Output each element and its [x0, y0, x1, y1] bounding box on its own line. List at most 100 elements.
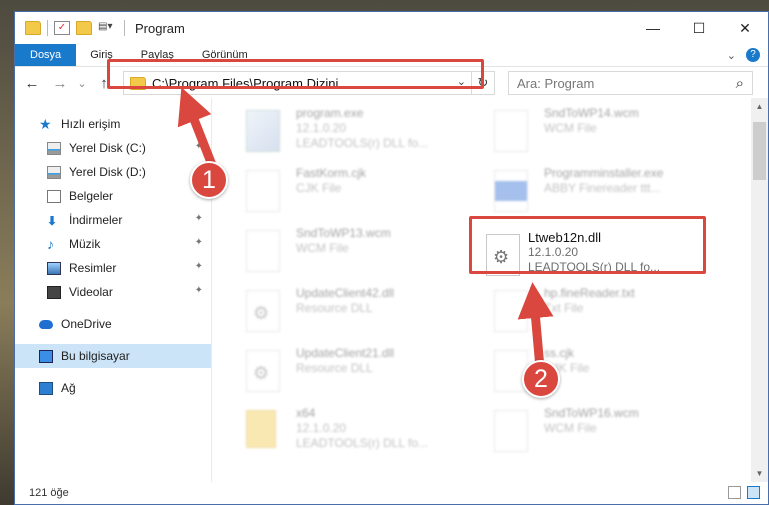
vertical-scrollbar[interactable]: ▲ ▼ — [751, 98, 768, 482]
file-detail: Resource DLL — [296, 361, 373, 375]
list-item[interactable]: ss.cjk CJK File — [482, 344, 722, 396]
explorer-window: ✓ ▤▾ Program — ☐ ✕ Dosya Giriş Paylaş Gö… — [14, 11, 769, 505]
document-file-icon — [246, 230, 280, 272]
pictures-icon — [47, 261, 61, 275]
list-item[interactable]: ⚙ UpdateClient42.dll Resource DLL — [234, 284, 474, 336]
search-box[interactable]: Ara: Program ⌕ — [508, 71, 753, 95]
pin-icon[interactable]: ✦ — [195, 213, 203, 224]
gear-icon: ⚙ — [493, 247, 510, 267]
forward-button[interactable]: → — [49, 75, 71, 92]
properties-icon[interactable]: ✓ — [54, 21, 70, 35]
folder-icon — [246, 410, 276, 448]
file-detail: WCM File — [296, 241, 349, 255]
file-name: SndToWP14.wcm — [544, 106, 639, 120]
star-icon: ★ — [39, 115, 52, 132]
sidebar-item-this-pc[interactable]: Bu bilgisayar — [15, 344, 211, 368]
address-path[interactable]: C:\Program Files\Program Dizini — [152, 76, 338, 91]
tab-gorunum[interactable]: Görünüm — [188, 44, 262, 66]
pin-icon[interactable]: ✦ — [195, 141, 203, 152]
cloud-icon — [39, 319, 53, 329]
minimize-button[interactable]: — — [630, 12, 676, 44]
sidebar-item-downloads[interactable]: ⬇ İndirmeler ✦ — [15, 208, 211, 232]
step-badge-2: 2 — [522, 360, 560, 398]
file-detail: Txt File — [544, 301, 584, 315]
sidebar-item-label: İndirmeler — [69, 213, 123, 227]
document-icon — [47, 189, 61, 203]
recent-locations-button[interactable]: ⌄ — [71, 77, 93, 90]
computer-icon — [39, 349, 53, 363]
list-item[interactable]: program.exe 12.1.0.20 LEADTOOLS(r) DLL f… — [234, 104, 474, 156]
list-item[interactable]: FastKorm.cjk CJK File — [234, 164, 474, 216]
sidebar-item-quick-access[interactable]: ★ Hızlı erişim — [15, 112, 211, 136]
sidebar-item-network[interactable]: Ağ — [15, 376, 211, 400]
list-item[interactable]: x64 12.1.0.20 LEADTOOLS(r) DLL fo... — [234, 404, 474, 456]
tab-dosya[interactable]: Dosya — [15, 44, 77, 66]
large-icons-view-icon[interactable] — [747, 486, 760, 499]
help-icon[interactable]: ? — [746, 48, 760, 62]
address-dropdown-icon[interactable]: ⌄ — [457, 75, 466, 88]
pin-icon[interactable]: ✦ — [195, 261, 203, 272]
disk-icon — [47, 141, 61, 155]
file-detail: 12.1.0.20 — [296, 421, 347, 435]
sidebar-item-label: Müzik — [69, 237, 101, 251]
sidebar-item-label: OneDrive — [61, 317, 112, 331]
sidebar-item-label: Hızlı erişim — [61, 117, 121, 131]
dll-file-icon: ⚙ — [246, 350, 280, 392]
search-icon[interactable]: ⌕ — [736, 75, 744, 92]
sidebar-item-music[interactable]: ♪ Müzik ✦ — [15, 232, 211, 256]
network-icon — [39, 381, 53, 395]
list-item[interactable]: SndToWP16.wcm WCM File — [482, 404, 722, 456]
search-input[interactable]: Ara: Program — [517, 76, 594, 91]
customize-toolbar-icon[interactable]: ▤▾ — [98, 21, 118, 35]
item-count: 121 öğe — [29, 487, 69, 499]
list-item[interactable]: ⚙ UpdateClient21.dll Resource DLL — [234, 344, 474, 396]
back-button[interactable]: ← — [21, 75, 43, 92]
up-button[interactable]: ↑ — [93, 75, 115, 92]
sidebar-item-disk-d[interactable]: Yerel Disk (D:) ✦ — [15, 160, 211, 184]
window-title: Program — [135, 20, 185, 36]
tab-giris[interactable]: Giriş — [76, 44, 127, 66]
scroll-up-icon[interactable]: ▲ — [751, 98, 768, 115]
document-file-icon — [494, 110, 528, 152]
sidebar-item-documents[interactable]: Belgeler ✦ — [15, 184, 211, 208]
window-controls: — ☐ ✕ — [630, 12, 768, 44]
file-detail: LEADTOOLS(r) DLL fo... — [296, 136, 429, 150]
music-icon: ♪ — [47, 235, 54, 252]
sidebar-item-disk-c[interactable]: Yerel Disk (C:) ✦ — [15, 136, 211, 160]
disk-icon — [47, 165, 61, 179]
sidebar-item-pictures[interactable]: Resimler ✦ — [15, 256, 211, 280]
close-button[interactable]: ✕ — [722, 12, 768, 44]
sidebar-item-label: Resimler — [69, 261, 117, 275]
quick-access-toolbar: ✓ ▤▾ — [15, 20, 125, 36]
exe-file-icon — [246, 110, 280, 152]
list-item[interactable]: SndToWP13.wcm WCM File — [234, 224, 474, 276]
list-item[interactable]: SndToWP14.wcm WCM File — [482, 104, 722, 156]
file-name: UpdateClient21.dll — [296, 346, 395, 360]
details-view-icon[interactable] — [728, 486, 741, 499]
file-name: FastKorm.cjk — [296, 166, 367, 180]
pin-icon[interactable]: ✦ — [195, 285, 203, 296]
maximize-button[interactable]: ☐ — [676, 12, 722, 44]
scrollbar-thumb[interactable] — [753, 122, 766, 180]
tab-paylas[interactable]: Paylaş — [127, 44, 188, 66]
new-folder-icon[interactable] — [76, 21, 92, 35]
sidebar-item-videos[interactable]: Videolar ✦ — [15, 280, 211, 304]
list-item[interactable]: Programminstaller.exe ABBY Finereader tt… — [482, 164, 722, 216]
refresh-icon[interactable]: ↻ — [471, 72, 494, 94]
file-detail: WCM File — [544, 121, 597, 135]
sidebar-item-onedrive[interactable]: OneDrive — [15, 312, 211, 336]
scroll-down-icon[interactable]: ▼ — [751, 465, 768, 482]
pin-icon[interactable]: ✦ — [195, 237, 203, 248]
dll-file-icon: ⚙ — [486, 234, 520, 276]
navigation-pane: ★ Hızlı erişim Yerel Disk (C:) ✦ Yerel D… — [15, 98, 212, 482]
file-name: UpdateClient42.dll — [296, 286, 395, 300]
sidebar-item-label: Yerel Disk (C:) — [69, 141, 146, 155]
ribbon-tabs: Dosya Giriş Paylaş Görünüm ⌄ ? — [15, 44, 768, 67]
folder-icon — [25, 21, 41, 35]
file-name: x64 — [296, 406, 316, 420]
chevron-down-icon[interactable]: ⌄ — [727, 49, 736, 62]
list-item[interactable]: ⚙ Ltweb12n.dll 12.1.0.20 LEADTOOLS(r) DL… — [476, 228, 716, 280]
ribbon-controls: ⌄ ? — [727, 44, 760, 66]
list-item[interactable]: hp.fineReader.txt Txt File — [482, 284, 722, 336]
address-bar[interactable]: C:\Program Files\Program Dizini ⌄ ↻ — [123, 71, 495, 95]
